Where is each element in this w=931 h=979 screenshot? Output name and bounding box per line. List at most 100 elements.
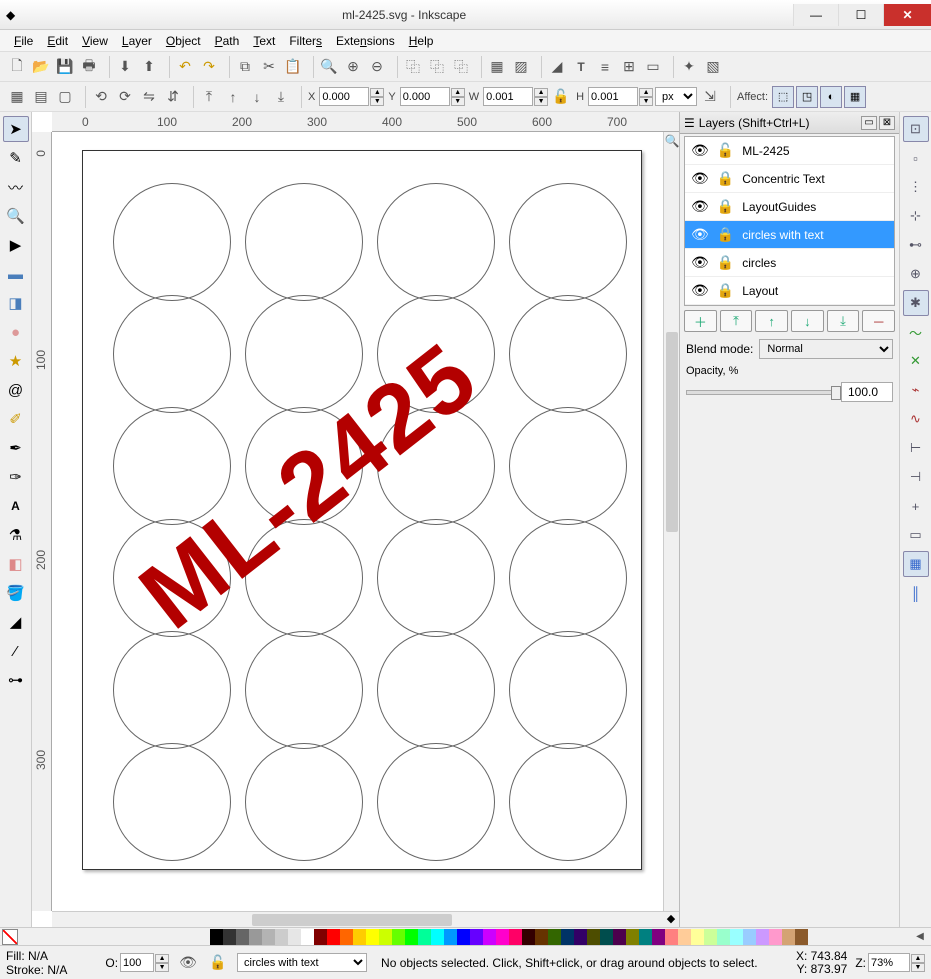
circle[interactable] <box>377 631 495 749</box>
snap-page-icon[interactable]: ▭ <box>903 522 929 548</box>
color-swatch[interactable] <box>405 929 418 945</box>
w-down[interactable]: ▼ <box>534 97 548 106</box>
guide-color-icon[interactable]: ◆ <box>663 911 679 927</box>
open-icon[interactable]: 📂 <box>30 56 52 78</box>
ungroup-icon[interactable]: ▨ <box>510 56 532 78</box>
opacity-slider-thumb[interactable] <box>831 386 841 400</box>
export-icon[interactable]: ⬆ <box>138 56 160 78</box>
color-swatch[interactable] <box>613 929 626 945</box>
import-icon[interactable]: ⬇ <box>114 56 136 78</box>
no-color-swatch[interactable] <box>2 929 18 945</box>
copy-icon[interactable]: ⧉ <box>234 56 256 78</box>
raise-top-icon[interactable]: ⤒ <box>198 86 220 108</box>
color-swatch[interactable] <box>587 929 600 945</box>
circle[interactable] <box>245 631 363 749</box>
color-swatch[interactable] <box>457 929 470 945</box>
layer-visibility-icon[interactable]: 👁 <box>691 282 709 299</box>
status-opacity-input[interactable] <box>120 953 154 972</box>
menu-view[interactable]: View <box>76 32 114 50</box>
y-input[interactable] <box>400 87 450 106</box>
layer-lock-icon[interactable]: 🔒 <box>717 254 734 271</box>
selector-tool-icon[interactable]: ➤ <box>3 116 29 142</box>
affect-corners-icon[interactable]: ◳ <box>796 86 818 108</box>
close-button[interactable] <box>883 4 931 26</box>
layer-row[interactable]: 👁🔒Concentric Text <box>685 165 894 193</box>
menu-extensions[interactable]: Extensions <box>330 32 401 50</box>
color-swatch[interactable] <box>301 929 314 945</box>
snap-grid-icon[interactable]: ▦ <box>903 551 929 577</box>
color-swatch[interactable] <box>639 929 652 945</box>
x-input[interactable] <box>319 87 369 106</box>
menu-help[interactable]: Help <box>403 32 440 50</box>
spiral-tool-icon[interactable]: @ <box>3 377 29 403</box>
rotate-cw-icon[interactable]: ⟳ <box>114 86 136 108</box>
circle[interactable] <box>113 183 231 301</box>
layer-visibility-icon[interactable]: 👁 <box>691 226 709 243</box>
status-lock-icon[interactable]: 🔓 <box>207 952 229 974</box>
spray-tool-icon[interactable]: ⚗ <box>3 522 29 548</box>
circle[interactable] <box>245 183 363 301</box>
circle[interactable] <box>113 743 231 861</box>
bezier-tool-icon[interactable]: ✒ <box>3 435 29 461</box>
group-icon[interactable]: ▦ <box>486 56 508 78</box>
docprops-icon[interactable]: ▧ <box>702 56 724 78</box>
layer-add-button[interactable]: ＋ <box>684 310 717 332</box>
menu-layer[interactable]: Layer <box>116 32 158 50</box>
transform-mode-icon[interactable]: ⇲ <box>699 86 721 108</box>
lock-wh-icon[interactable]: 🔓 <box>550 86 572 108</box>
node-tool-icon[interactable]: ✎ <box>3 145 29 171</box>
color-swatch[interactable] <box>327 929 340 945</box>
layer-lock-icon[interactable]: 🔒 <box>717 198 734 215</box>
snap-cusp-icon[interactable]: ⌁ <box>903 377 929 403</box>
circle[interactable] <box>509 743 627 861</box>
circle[interactable] <box>245 743 363 861</box>
pencil-tool-icon[interactable]: ✐ <box>3 406 29 432</box>
color-swatch[interactable] <box>795 929 808 945</box>
scroll-thumb-h[interactable] <box>252 914 452 926</box>
affect-pattern-icon[interactable]: ▦ <box>844 86 866 108</box>
scroll-thumb-v[interactable] <box>666 332 678 532</box>
layer-up-button[interactable]: ↑ <box>755 310 788 332</box>
select-layers-icon[interactable]: ▤ <box>30 86 52 108</box>
circle[interactable] <box>377 183 495 301</box>
prefs-icon[interactable]: ✦ <box>678 56 700 78</box>
duplicate-icon[interactable]: ⿻ <box>402 56 424 78</box>
circle[interactable] <box>509 631 627 749</box>
menu-filters[interactable]: Filters <box>283 32 328 50</box>
snap-guide-icon[interactable]: ║ <box>903 580 929 606</box>
circle[interactable] <box>509 519 627 637</box>
menu-object[interactable]: Object <box>160 32 207 50</box>
snap-intersect-icon[interactable]: ✕ <box>903 348 929 374</box>
unit-select[interactable]: px <box>655 87 697 106</box>
align-icon[interactable]: ⊞ <box>618 56 640 78</box>
paste-icon[interactable]: 📋 <box>282 56 304 78</box>
connector-tool-icon[interactable]: ⊶ <box>3 667 29 693</box>
zoom-tool-icon[interactable]: 🔍 <box>3 203 29 229</box>
color-swatch[interactable] <box>704 929 717 945</box>
color-swatch[interactable] <box>418 929 431 945</box>
snap-rotation-icon[interactable]: + <box>903 493 929 519</box>
redo-icon[interactable]: ↷ <box>198 56 220 78</box>
circle[interactable] <box>509 295 627 413</box>
color-swatch[interactable] <box>522 929 535 945</box>
lower-bottom-icon[interactable]: ⤓ <box>270 86 292 108</box>
color-swatch[interactable] <box>730 929 743 945</box>
affect-stroke-icon[interactable]: ⬚ <box>772 86 794 108</box>
layer-top-button[interactable]: ⤒ <box>720 310 753 332</box>
layer-row[interactable]: 👁🔒circles with text <box>685 221 894 249</box>
snap-enable-icon[interactable]: ⊡ <box>903 116 929 142</box>
circle[interactable] <box>509 183 627 301</box>
layer-remove-button[interactable]: － <box>862 310 895 332</box>
layer-row[interactable]: 👁🔒LayoutGuides <box>685 193 894 221</box>
fill-stroke-icon[interactable]: ◢ <box>546 56 568 78</box>
color-swatch[interactable] <box>366 929 379 945</box>
status-zoom-input[interactable] <box>868 953 910 972</box>
save-icon[interactable]: 💾 <box>54 56 76 78</box>
status-layer-select[interactable]: circles with text <box>237 953 367 972</box>
layer-visibility-icon[interactable]: 👁 <box>691 198 709 215</box>
layer-lock-icon[interactable]: 🔒 <box>717 226 734 243</box>
transform-icon[interactable]: ▭ <box>642 56 664 78</box>
h-input[interactable] <box>588 87 638 106</box>
undo-icon[interactable]: ↶ <box>174 56 196 78</box>
menu-path[interactable]: Path <box>209 32 246 50</box>
